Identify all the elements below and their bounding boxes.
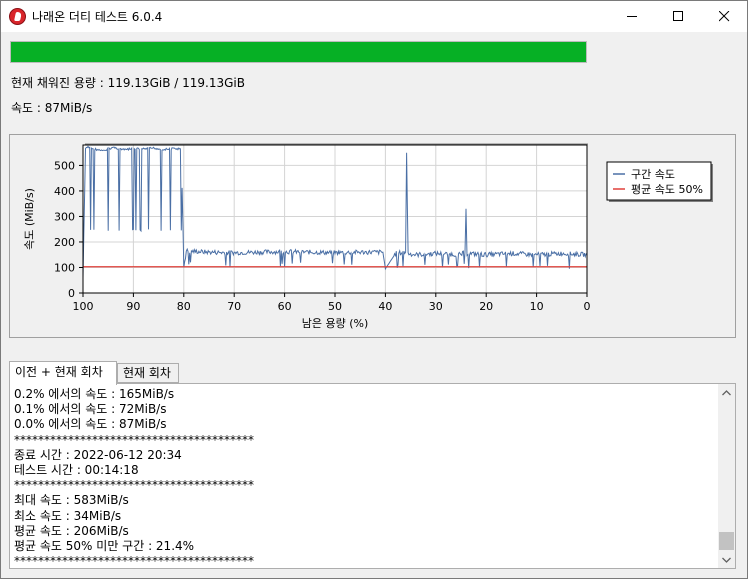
x-tick-label: 80 <box>177 300 191 313</box>
chart-panel: 100 90 80 70 60 50 40 30 20 10 0 0 100 200 300 400 500 남은… <box>9 134 736 338</box>
x-tick-label: 0 <box>584 300 591 313</box>
y-tick-label: 400 <box>54 185 75 198</box>
log-line: 최소 속도 : 34MiB/s <box>14 508 122 523</box>
x-axis-label: 남은 용량 (%) <box>302 317 369 330</box>
app-window: 나래온 더티 테스트 6.0.4 현재 채워진 용량 : 119.13GiB /… <box>0 0 748 579</box>
y-tick-label: 300 <box>54 210 75 223</box>
log-line: 0.1% 에서의 속도 : 72MiB/s <box>14 402 167 417</box>
close-icon <box>718 11 729 22</box>
minimize-button[interactable] <box>609 1 655 32</box>
x-tick-label: 50 <box>328 300 342 313</box>
maximize-icon <box>672 11 683 21</box>
log-line: **************************************** <box>14 432 254 447</box>
y-tick-label: 200 <box>54 236 75 249</box>
close-button[interactable] <box>701 1 747 32</box>
log-line: 테스트 시간 : 00:14:18 <box>14 463 139 478</box>
x-tick-label: 70 <box>227 300 241 313</box>
minimize-icon <box>626 16 637 17</box>
log-line: 평균 속도 50% 미만 구간 : 21.4% <box>14 539 195 554</box>
x-tick-label: 40 <box>378 300 392 313</box>
y-axis-label: 속도 (MiB/s) <box>23 188 36 250</box>
app-logo-icon <box>9 8 26 25</box>
log-line: 평균 속도 : 206MiB/s <box>14 523 129 538</box>
scroll-thumb[interactable] <box>719 532 734 550</box>
legend-label: 구간 속도 <box>631 168 675 181</box>
x-tick-label: 20 <box>479 300 493 313</box>
log-line: 종료 시간 : 2022-06-12 20:34 <box>14 447 182 462</box>
log-line: **************************************** <box>14 554 254 569</box>
x-tick-label: 100 <box>73 300 94 313</box>
x-tick-label: 90 <box>126 300 140 313</box>
x-tick-label: 30 <box>429 300 443 313</box>
capacity-label: 현재 채워진 용량 : 119.13GiB / 119.13GiB <box>11 76 245 90</box>
tab-current[interactable]: 현재 회차 <box>117 363 179 383</box>
window-title: 나래온 더티 테스트 6.0.4 <box>32 10 163 24</box>
speed-label: 속도 : 87MiB/s <box>11 101 93 115</box>
scroll-up-icon[interactable] <box>718 384 735 401</box>
y-tick-label: 0 <box>68 287 75 300</box>
tab-previous-and-current[interactable]: 이전 + 현재 회차 <box>9 361 117 385</box>
speed-chart: 100 90 80 70 60 50 40 30 20 10 00100200300400500남은… <box>23 143 713 330</box>
maximize-button[interactable] <box>655 1 701 32</box>
log-line: 0.0% 에서의 속도 : 87MiB/s <box>14 417 167 432</box>
scroll-down-icon[interactable] <box>718 551 735 568</box>
x-tick-label: 10 <box>530 300 544 313</box>
y-tick-label: 500 <box>54 159 75 172</box>
log-scrollbar[interactable] <box>718 384 735 568</box>
legend-label: 평균 속도 50% <box>631 183 703 196</box>
title-bar[interactable]: 나래온 더티 테스트 6.0.4 <box>1 1 747 32</box>
log-text[interactable]: 0.2% 에서의 속도 : 165MiB/s 0.1% 에서의 속도 : 72Mi… <box>14 387 714 569</box>
log-line: **************************************** <box>14 478 254 493</box>
progress-bar <box>10 41 587 63</box>
log-line: 0.2% 에서의 속도 : 165MiB/s <box>14 387 175 401</box>
x-tick-label: 60 <box>278 300 292 313</box>
progress-bar-fill <box>11 42 586 62</box>
log-line: 최대 속도 : 583MiB/s <box>14 493 129 508</box>
y-tick-label: 100 <box>54 261 75 274</box>
log-panel: 0.2% 에서의 속도 : 165MiB/s 0.1% 에서의 속도 : 72Mi… <box>9 383 736 569</box>
